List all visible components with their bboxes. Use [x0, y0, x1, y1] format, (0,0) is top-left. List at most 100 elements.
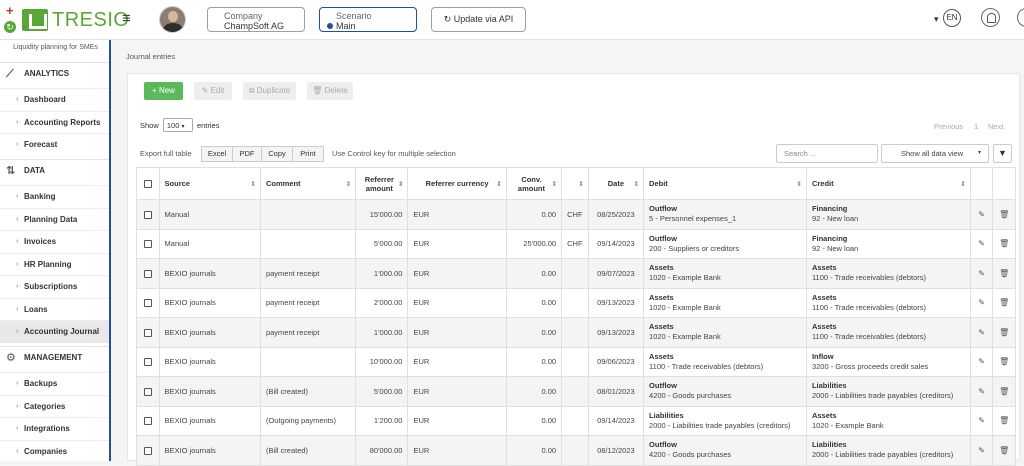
- sidebar-item-hr-planning[interactable]: › HR Planning: [0, 252, 109, 276]
- sidebar-item-invoices[interactable]: › Invoices: [0, 230, 109, 253]
- sidebar-item-backups[interactable]: › Backups: [0, 372, 109, 395]
- search-input[interactable]: Search ...: [776, 144, 878, 163]
- pencil-icon[interactable]: ✎: [978, 328, 985, 337]
- sidebar-item-subscriptions[interactable]: › Subscriptions: [0, 275, 109, 298]
- table-row[interactable]: Manual 15'000.00 EUR 0.00 CHF 08/25/2023 Outfl…: [136, 199, 1016, 230]
- table-row[interactable]: BEXIO journals (Bill created) 5'000.00 EUR 0…: [136, 376, 1016, 407]
- pencil-icon[interactable]: ✎: [978, 416, 985, 425]
- pencil-icon[interactable]: ✎: [978, 210, 985, 219]
- col-source[interactable]: Source ⇕: [158, 167, 261, 200]
- sidebar-item-forecast[interactable]: › Forecast: [0, 133, 109, 156]
- new-button[interactable]: + New: [144, 82, 183, 100]
- row-edit-cell[interactable]: ✎: [969, 287, 994, 318]
- filter-icon[interactable]: ▼: [993, 144, 1012, 163]
- page-size-select[interactable]: 100 ▾: [162, 118, 193, 132]
- sidebar-item-banking[interactable]: › Banking: [0, 185, 109, 208]
- sidebar-item-accounting-reports[interactable]: › Accounting Reports: [0, 110, 109, 134]
- export-excel-button[interactable]: Excel: [201, 146, 233, 162]
- row-edit-cell[interactable]: ✎: [969, 317, 994, 348]
- row-select-cell[interactable]: [136, 258, 160, 289]
- row-checkbox[interactable]: [143, 269, 152, 278]
- row-delete-cell[interactable]: 🗑: [992, 199, 1016, 230]
- pencil-icon[interactable]: ✎: [978, 357, 985, 366]
- sidebar-item-categories[interactable]: › Categories: [0, 394, 109, 418]
- row-edit-cell[interactable]: ✎: [969, 258, 994, 289]
- table-row[interactable]: BEXIO journals payment receipt 2'000.00 EUR…: [136, 287, 1016, 318]
- sidebar-item-integrations[interactable]: › Integrations: [0, 417, 109, 440]
- user-menu-icon[interactable]: [1017, 8, 1024, 27]
- table-row[interactable]: BEXIO journals payment receipt 1'000.00 EUR…: [136, 258, 1016, 289]
- export-copy-button[interactable]: Copy: [261, 146, 293, 162]
- trash-icon[interactable]: 🗑: [999, 416, 1009, 425]
- row-edit-cell[interactable]: ✎: [969, 376, 994, 407]
- select-all-checkbox[interactable]: [143, 180, 152, 188]
- pencil-icon[interactable]: ✎: [978, 387, 985, 396]
- row-select-cell[interactable]: [136, 317, 160, 348]
- trash-icon[interactable]: 🗑: [999, 328, 1009, 337]
- col-credit[interactable]: Credit ⇕: [805, 167, 971, 200]
- row-delete-cell[interactable]: 🗑: [992, 258, 1016, 289]
- row-checkbox[interactable]: [143, 210, 152, 219]
- sidebar-section-data[interactable]: ⇅ DATA: [0, 159, 109, 181]
- row-checkbox[interactable]: [143, 446, 152, 455]
- row-checkbox[interactable]: [143, 299, 152, 308]
- trash-icon[interactable]: 🗑: [999, 357, 1009, 366]
- row-delete-cell[interactable]: 🗑: [992, 405, 1016, 436]
- sidebar-item-accounting-journal[interactable]: › Accounting Journal: [0, 320, 109, 343]
- col-referrer-amount[interactable]: Referrer amount ⇕: [355, 167, 409, 200]
- sidebar-section-analytics[interactable]: ⟋ ANALYTICS: [0, 62, 109, 84]
- row-select-cell[interactable]: [136, 346, 160, 377]
- trash-icon[interactable]: 🗑: [999, 269, 1009, 278]
- row-select-cell[interactable]: [136, 405, 160, 436]
- edit-button[interactable]: ✎ Edit: [194, 82, 232, 100]
- col-conv-amount[interactable]: Conv. amount ⇕: [505, 167, 563, 200]
- col-comment[interactable]: Comment ⇕: [259, 167, 357, 200]
- update-api-button[interactable]: ↻ Update via API: [431, 7, 526, 32]
- row-edit-cell[interactable]: ✎: [969, 346, 994, 377]
- next-page-button[interactable]: Next: [988, 122, 1003, 131]
- col-referrer-currency[interactable]: Referrer currency ⇕: [407, 167, 507, 200]
- language-dropdown-icon[interactable]: ▾: [934, 9, 939, 29]
- avatar[interactable]: [159, 6, 186, 33]
- col-debit[interactable]: Debit ⇕: [643, 167, 807, 200]
- row-select-cell[interactable]: [136, 199, 160, 230]
- bell-icon[interactable]: [981, 8, 1000, 27]
- trash-icon[interactable]: 🗑: [999, 387, 1009, 396]
- sidebar-item-planning-data[interactable]: › Planning Data: [0, 207, 109, 231]
- company-selector[interactable]: Company ChampSoft AG: [207, 7, 305, 32]
- delete-button[interactable]: 🗑 Delete: [307, 82, 353, 100]
- trash-icon[interactable]: 🗑: [999, 239, 1009, 248]
- pencil-icon[interactable]: ✎: [978, 269, 985, 278]
- row-delete-cell[interactable]: 🗑: [992, 287, 1016, 318]
- pencil-icon[interactable]: ✎: [978, 298, 985, 307]
- page-number[interactable]: 1: [974, 122, 978, 131]
- row-delete-cell[interactable]: 🗑: [992, 228, 1016, 259]
- scenario-selector[interactable]: Scenario Main: [319, 7, 417, 32]
- row-edit-cell[interactable]: ✎: [969, 228, 994, 259]
- row-checkbox[interactable]: [143, 328, 152, 337]
- language-switcher[interactable]: EN: [943, 9, 961, 27]
- trash-icon[interactable]: 🗑: [999, 298, 1009, 307]
- row-select-cell[interactable]: [136, 287, 160, 318]
- sidebar-section-management[interactable]: ⚙ MANAGEMENT: [0, 346, 109, 368]
- row-checkbox[interactable]: [143, 240, 152, 249]
- row-delete-cell[interactable]: 🗑: [992, 376, 1016, 407]
- col-conv-currency[interactable]: ⇕: [561, 167, 589, 200]
- sidebar-item-loans[interactable]: › Loans: [0, 297, 109, 321]
- row-checkbox[interactable]: [143, 387, 152, 396]
- pencil-icon[interactable]: ✎: [978, 446, 985, 455]
- row-checkbox[interactable]: [143, 358, 152, 367]
- trash-icon[interactable]: 🗑: [999, 446, 1009, 455]
- export-pdf-button[interactable]: PDF: [232, 146, 262, 162]
- row-delete-cell[interactable]: 🗑: [992, 346, 1016, 377]
- app-logo[interactable]: + ↻ TRESIO: [4, 3, 129, 37]
- col-date[interactable]: Date ⇕: [587, 167, 645, 200]
- table-row[interactable]: BEXIO journals 10'000.00 EUR 0.00 09/06/2023…: [136, 346, 1016, 377]
- table-row[interactable]: BEXIO journals (Outgoing payments) 1'200.0…: [136, 405, 1016, 436]
- pencil-icon[interactable]: ✎: [978, 239, 985, 248]
- row-select-cell[interactable]: [136, 228, 160, 259]
- sidebar-item-dashboard[interactable]: › Dashboard: [0, 88, 109, 111]
- table-row[interactable]: BEXIO journals payment receipt 1'000.00 EUR…: [136, 317, 1016, 348]
- row-select-cell[interactable]: [136, 376, 160, 407]
- table-row[interactable]: Manual 5'000.00 EUR 25'000.00 CHF 09/14/2023 O…: [136, 228, 1016, 259]
